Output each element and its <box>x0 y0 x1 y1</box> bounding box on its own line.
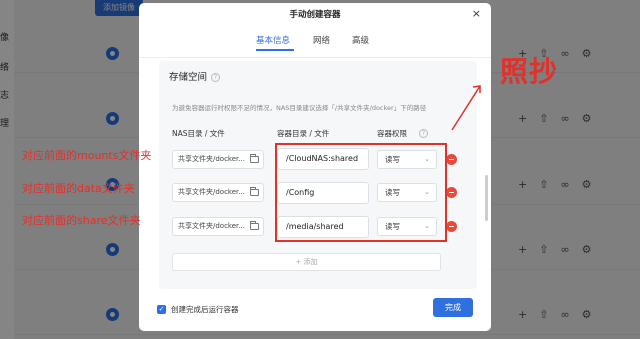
annotation-note: 对应前面的data文件夹 <box>22 182 135 195</box>
annotation-highlight-box <box>275 143 447 242</box>
nas-path-field[interactable]: 共享文件夹/docker... <box>172 183 264 202</box>
column-header-permission-text: 容器权限 <box>377 129 407 138</box>
column-header-container: 容器目录 / 文件 <box>277 129 330 138</box>
remove-row-button[interactable] <box>446 187 457 198</box>
scrollbar[interactable] <box>485 175 488 221</box>
folder-icon[interactable] <box>250 187 259 196</box>
folder-icon[interactable] <box>250 154 259 163</box>
tab-basic-info[interactable]: 基本信息 <box>256 34 290 46</box>
auto-run-label: 创建完成后运行容器 <box>171 305 239 314</box>
help-icon[interactable]: ? <box>419 129 428 138</box>
divider <box>139 57 491 58</box>
nas-path-value: 共享文件夹/docker... <box>178 155 245 163</box>
nas-path-value: 共享文件夹/docker... <box>178 188 245 196</box>
nas-path-field[interactable]: 共享文件夹/docker... <box>172 217 264 236</box>
tab-network[interactable]: 网络 <box>313 34 330 46</box>
section-title-text: 存储空间 <box>169 72 208 83</box>
tab-advanced[interactable]: 高级 <box>352 34 369 46</box>
annotation-arrow-icon <box>451 85 481 131</box>
done-button[interactable]: 完成 <box>433 298 473 317</box>
nas-path-value: 共享文件夹/docker... <box>178 222 245 230</box>
column-header-nas: NAS目录 / 文件 <box>172 129 225 138</box>
help-icon[interactable]: ? <box>211 73 221 82</box>
storage-hint: 为避免容器运行时权限不足的情况，NAS目录建议选择「/共享文件夹/docker」… <box>172 104 427 112</box>
close-icon[interactable]: × <box>472 7 481 20</box>
add-volume-button[interactable]: + 添加 <box>172 253 441 271</box>
nas-path-field[interactable]: 共享文件夹/docker... <box>172 150 264 169</box>
auto-run-option[interactable]: ✓ 创建完成后运行容器 <box>157 304 239 315</box>
active-tab-indicator <box>256 49 294 51</box>
dialog-title: 手动创建容器 <box>289 10 341 20</box>
column-header-permission: 容器权限? <box>377 128 428 139</box>
remove-row-button[interactable] <box>446 154 457 165</box>
section-title: 存储空间? <box>169 69 221 83</box>
remove-row-button[interactable] <box>446 221 457 232</box>
auto-run-checkbox[interactable]: ✓ <box>157 305 166 314</box>
annotation-note: 对应前面的mounts文件夹 <box>22 149 152 162</box>
annotation-copy-note: 照抄 <box>500 55 559 88</box>
annotation-note: 对应前面的share文件夹 <box>22 214 141 227</box>
tab-bar: 基本信息 网络 高级 <box>139 34 491 54</box>
folder-icon[interactable] <box>250 221 259 230</box>
